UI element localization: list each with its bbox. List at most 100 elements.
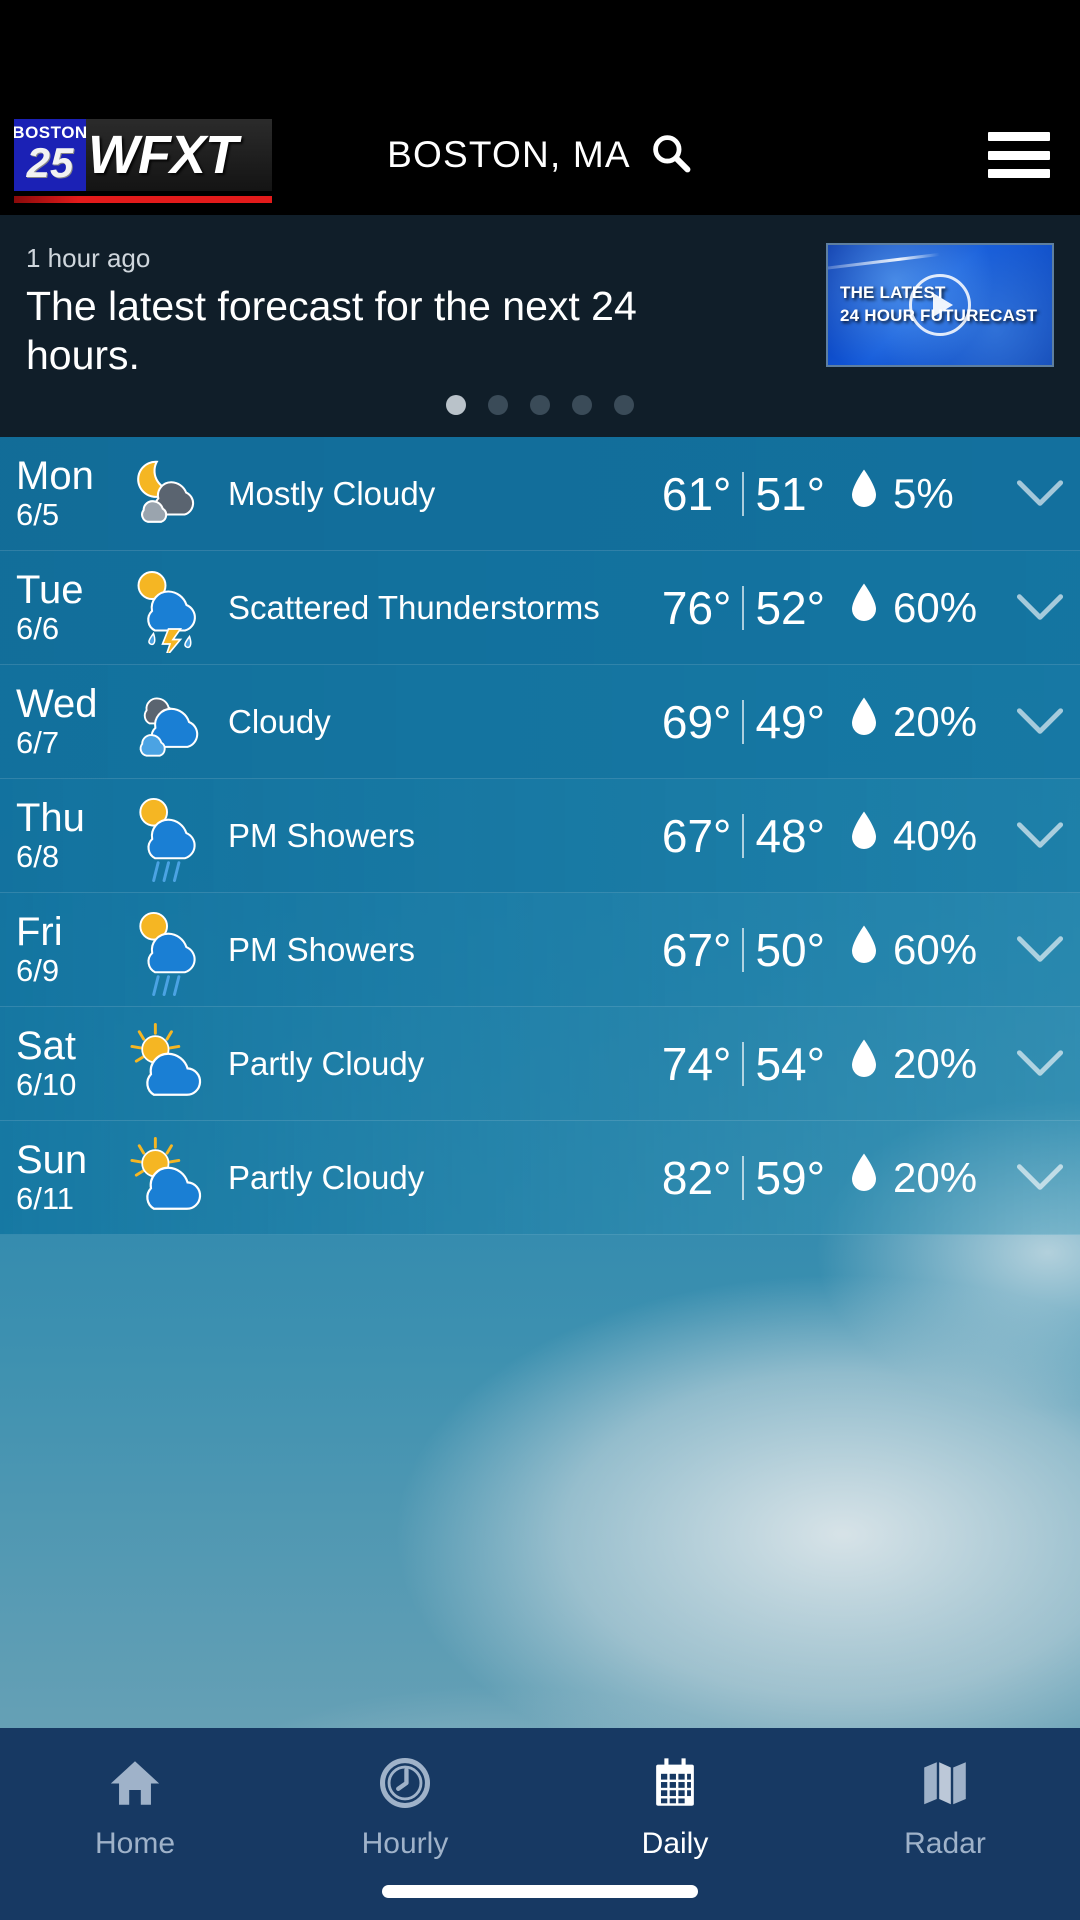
forecast-condition-label: Partly Cloudy — [228, 1158, 425, 1196]
tab-daily[interactable]: Daily — [540, 1754, 810, 1861]
tab-hourly-label: Hourly — [361, 1827, 449, 1860]
sun-behind-cloud-icon — [116, 1136, 224, 1219]
temp-separator — [742, 1041, 745, 1086]
chevron-down-icon[interactable] — [1000, 707, 1080, 737]
carousel-dots — [0, 395, 1080, 415]
forecast-day-date: 6/7 — [16, 724, 60, 760]
temp-separator — [742, 813, 745, 858]
forecast-day-name: Tue — [16, 567, 84, 612]
tab-home[interactable]: Home — [0, 1754, 270, 1861]
forecast-temperature-range: 67° 50° — [610, 923, 825, 977]
forecast-low-temp: 49° — [755, 695, 825, 748]
tab-radar-label: Radar — [904, 1827, 986, 1860]
forecast-low-temp: 50° — [755, 923, 825, 976]
forecast-precipitation: 60% — [825, 924, 1000, 976]
chevron-down-icon[interactable] — [1000, 1163, 1080, 1193]
news-carousel[interactable]: 1 hour ago The latest forecast for the n… — [0, 215, 1080, 437]
logo-badge: BOSTON 25 — [14, 119, 87, 191]
forecast-temperature-range: 69° 49° — [610, 695, 825, 749]
water-drop-icon — [849, 582, 879, 634]
forecast-high-temp: 61° — [661, 467, 732, 520]
forecast-row[interactable]: Fri 6/9 PM Showers 67° 50° 60% — [0, 893, 1080, 1007]
carousel-dot[interactable] — [572, 395, 592, 415]
forecast-precip-value: 20% — [893, 1039, 978, 1087]
forecast-day-name: Fri — [16, 909, 63, 954]
forecast-high-temp: 67° — [661, 809, 732, 862]
forecast-precipitation: 20% — [825, 696, 1000, 748]
weather-app-screen: BOSTON 25 WFXT BOSTON, MA 1 hour ago The… — [0, 0, 1080, 1920]
forecast-day-name: Wed — [16, 681, 98, 726]
forecast-temperature-range: 76° 52° — [610, 581, 825, 635]
bottom-tab-bar: Home Hourly Daily Radar — [0, 1728, 1080, 1920]
play-triangle — [933, 293, 953, 317]
thunderstorm-icon — [116, 563, 224, 653]
forecast-high-temp: 76° — [661, 581, 732, 634]
tab-radar[interactable]: Radar — [810, 1754, 1080, 1861]
tab-hourly[interactable]: Hourly — [270, 1754, 540, 1861]
forecast-temperature-range: 82° 59° — [610, 1151, 825, 1205]
water-drop-icon — [849, 924, 879, 976]
play-icon[interactable] — [909, 274, 971, 336]
logo-callsign-wrap: WFXT — [86, 119, 272, 191]
forecast-temperature-range: 67° 48° — [610, 809, 825, 863]
sun-behind-cloud-icon — [116, 1022, 224, 1105]
forecast-condition-label: Mostly Cloudy — [228, 474, 436, 512]
temp-separator — [742, 471, 745, 516]
forecast-temperature-range: 61° 51° — [610, 467, 825, 521]
forecast-day-column: Tue 6/6 — [16, 569, 116, 647]
forecast-high-temp: 69° — [661, 695, 732, 748]
forecast-low-temp: 52° — [755, 581, 825, 634]
forecast-precipitation: 20% — [825, 1038, 1000, 1090]
daily-forecast-list: Mon 6/5 Mostly Cloudy 61° 51° 5% Tue 6/6 — [0, 437, 1080, 1235]
forecast-high-temp: 74° — [661, 1037, 732, 1090]
forecast-high-temp: 82° — [661, 1151, 732, 1204]
forecast-day-date: 6/10 — [16, 1066, 77, 1102]
hamburger-menu-icon[interactable] — [988, 132, 1050, 178]
logo-number-text: 25 — [26, 139, 74, 186]
home-icon — [104, 1754, 166, 1817]
forecast-row[interactable]: Thu 6/8 PM Showers 67° 48° 40% — [0, 779, 1080, 893]
chevron-down-icon[interactable] — [1000, 593, 1080, 623]
forecast-day-date: 6/11 — [16, 1180, 75, 1216]
forecast-day-column: Wed 6/7 — [16, 683, 116, 761]
calendar-icon — [644, 1754, 706, 1817]
location-label[interactable]: BOSTON, MA — [387, 134, 631, 176]
forecast-day-name: Thu — [16, 795, 85, 840]
status-bar — [0, 0, 1080, 95]
water-drop-icon — [849, 468, 879, 520]
forecast-row[interactable]: Wed 6/7 Cloudy 69° 49° 20% — [0, 665, 1080, 779]
chevron-down-icon[interactable] — [1000, 935, 1080, 965]
station-logo[interactable]: BOSTON 25 WFXT — [14, 119, 272, 191]
water-drop-icon — [849, 696, 879, 748]
temp-separator — [742, 585, 745, 630]
forecast-precip-value: 20% — [893, 697, 978, 745]
map-icon — [914, 1754, 976, 1817]
hamburger-bar — [988, 132, 1050, 141]
carousel-dot[interactable] — [446, 395, 466, 415]
forecast-day-name: Sat — [16, 1023, 77, 1068]
sun-cloud-rain-icon — [116, 904, 224, 996]
forecast-row[interactable]: Sun 6/11 Partly Cloudy 82° 59° 20% — [0, 1121, 1080, 1235]
temp-separator — [742, 699, 745, 744]
carousel-dot[interactable] — [614, 395, 634, 415]
forecast-day-column: Sun 6/11 — [16, 1139, 116, 1217]
news-headline[interactable]: The latest forecast for the next 24 hour… — [26, 282, 686, 380]
thumbnail-light-streak — [828, 252, 940, 273]
carousel-dot[interactable] — [530, 395, 550, 415]
water-drop-icon — [849, 1038, 879, 1090]
forecast-row[interactable]: Mon 6/5 Mostly Cloudy 61° 51° 5% — [0, 437, 1080, 551]
chevron-down-icon[interactable] — [1000, 1049, 1080, 1079]
tab-daily-label: Daily — [641, 1827, 709, 1860]
news-video-thumbnail[interactable]: THE LATEST 24 HOUR FUTURECAST — [826, 243, 1054, 367]
forecast-precip-value: 40% — [893, 811, 978, 859]
forecast-precip-value: 60% — [893, 925, 978, 973]
search-icon[interactable] — [649, 131, 693, 180]
carousel-dot[interactable] — [488, 395, 508, 415]
forecast-low-temp: 54° — [755, 1037, 825, 1090]
forecast-row[interactable]: Sat 6/10 Partly Cloudy 74° 54° 20% — [0, 1007, 1080, 1121]
chevron-down-icon[interactable] — [1000, 821, 1080, 851]
chevron-down-icon[interactable] — [1000, 479, 1080, 509]
water-drop-icon — [852, 1153, 876, 1191]
forecast-row[interactable]: Tue 6/6 Scattered Thunderstorms 76° 52° … — [0, 551, 1080, 665]
water-drop-icon — [849, 810, 879, 862]
